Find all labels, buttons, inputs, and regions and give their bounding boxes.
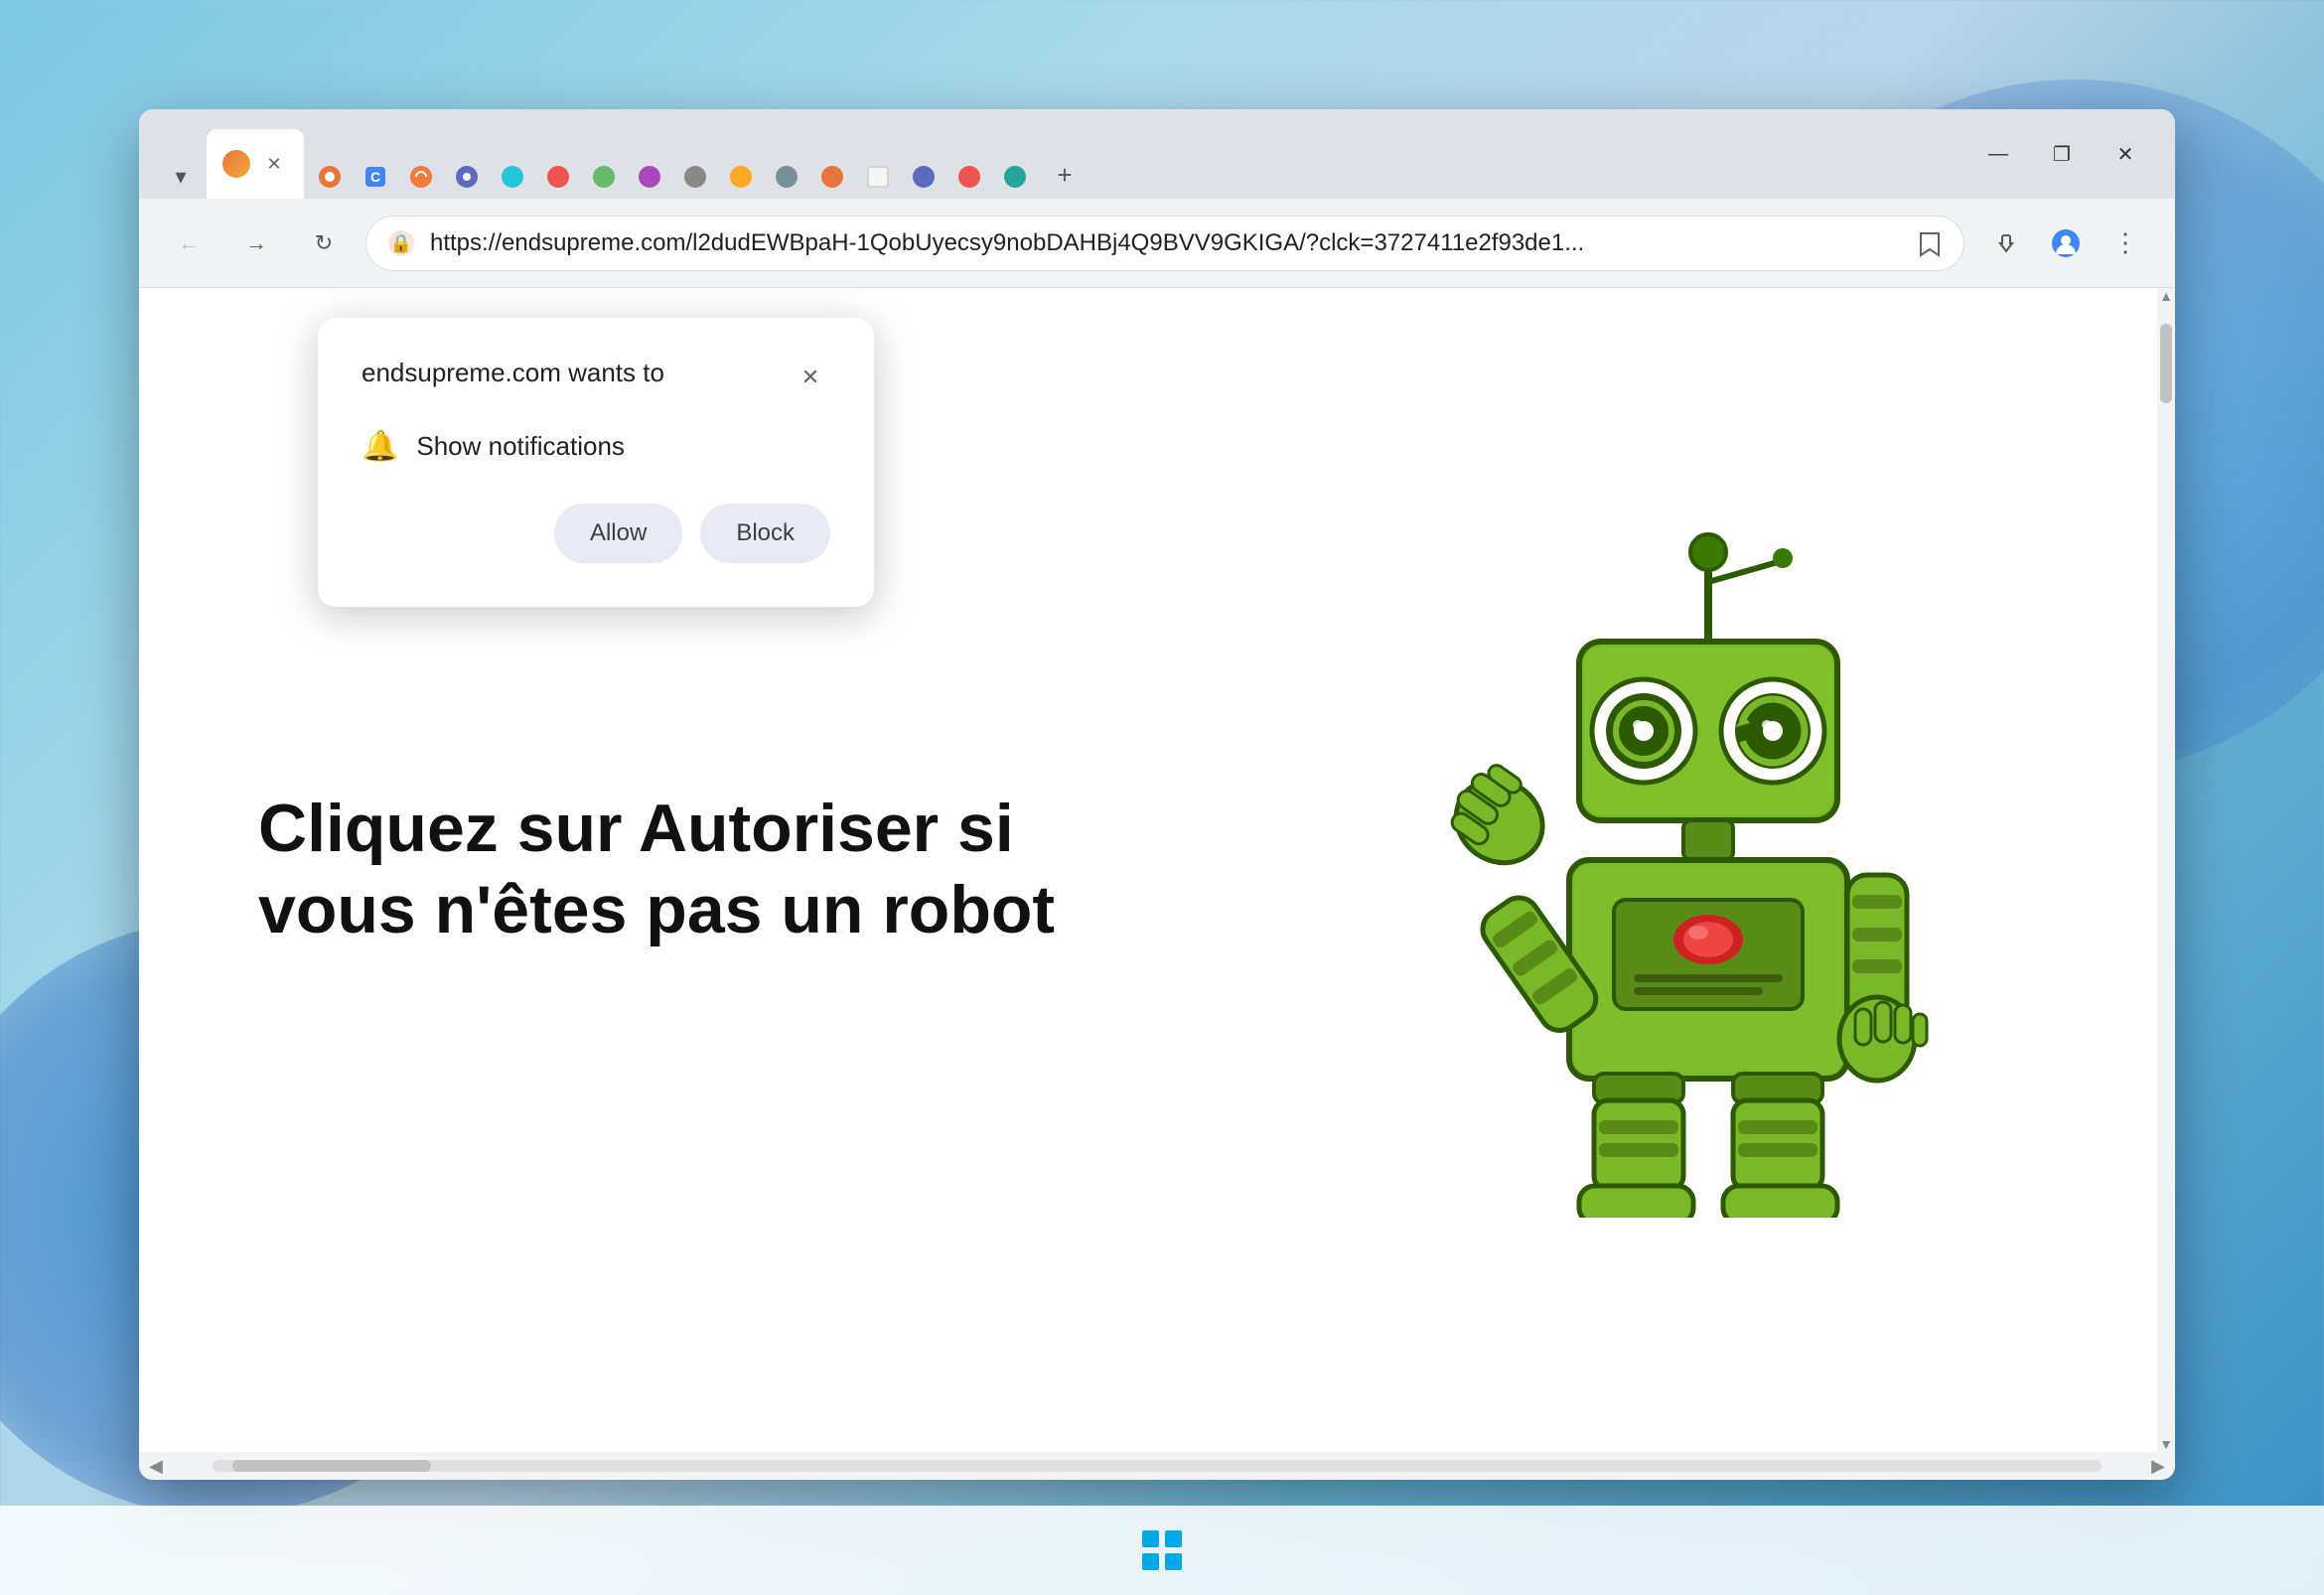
page-content: endsupreme.com wants to ✕ 🔔 Show notific… [139,288,2175,1452]
tab-icon-15[interactable] [947,155,991,199]
url-text: https://endsupreme.com/l2dudEWBpaH-1QobU… [430,229,1902,257]
reload-button[interactable]: ↻ [298,218,350,269]
popup-header: endsupreme.com wants to ✕ [362,358,830,397]
profile-button[interactable] [2040,218,2092,269]
window-controls: — ❐ ✕ [1968,130,2155,178]
nav-actions: ⋮ [1980,218,2151,269]
title-bar: ▾ ✕ C [139,109,2175,199]
tab-favicon [222,150,250,178]
tab-icon-11[interactable] [765,155,808,199]
tab-icon-2[interactable]: C [354,155,397,199]
bookmark-icon[interactable] [1916,229,1944,257]
back-button[interactable]: ← [163,218,215,269]
allow-button[interactable]: Allow [554,504,682,563]
svg-text:C: C [370,169,380,185]
vertical-scrollbar[interactable]: ▲ ▼ [2157,288,2175,1452]
popup-permission-row: 🔔 Show notifications [362,429,830,464]
maximize-button[interactable]: ❐ [2032,130,2092,178]
scroll-right-arrow[interactable]: ▶ [2141,1456,2175,1477]
svg-text:🔒: 🔒 [390,233,412,253]
page-text-section: Cliquez sur Autoriser si vous n'êtes pas… [258,789,1361,950]
scroll-thumb[interactable] [2160,324,2172,403]
minimize-button[interactable]: — [1968,130,2028,178]
tab-icon-3[interactable] [399,155,443,199]
menu-button[interactable]: ⋮ [2100,218,2151,269]
tab-icon-1[interactable] [308,155,352,199]
permission-popup: endsupreme.com wants to ✕ 🔔 Show notific… [318,318,874,607]
tab-icon-8[interactable] [628,155,671,199]
tab-icon-5[interactable] [491,155,534,199]
tab-icon-9[interactable] [673,155,717,199]
robot-image [1420,522,1996,1218]
h-scroll-track [213,1460,2102,1472]
permission-description: Show notifications [416,431,625,462]
new-tab-button[interactable]: + [1041,151,1089,199]
popup-close-button[interactable]: ✕ [791,358,830,397]
tab-icon-10[interactable] [719,155,763,199]
tab-group-btn[interactable]: ▾ [159,155,203,199]
bell-icon: 🔔 [362,429,398,464]
tab-icon-7[interactable] [582,155,626,199]
tab-icon-12[interactable] [810,155,854,199]
tab-close-button[interactable]: ✕ [260,150,288,178]
scroll-down-arrow[interactable]: ▼ [2159,1436,2173,1452]
forward-button[interactable]: → [230,218,282,269]
nav-bar: ← → ↻ 🔒 https://endsupreme.com/l2dudEWBp… [139,199,2175,288]
heading-line2: vous n'êtes pas un robot [258,872,1055,947]
popup-buttons: Allow Block [362,504,830,563]
tab-bar: ▾ ✕ C [159,109,1961,199]
taskbar [0,1506,2324,1595]
scroll-left-arrow[interactable]: ◀ [139,1456,173,1477]
robot-section [1361,522,2056,1218]
url-bar[interactable]: 🔒 https://endsupreme.com/l2dudEWBpaH-1Qo… [365,216,1964,271]
tab-icon-4[interactable] [445,155,489,199]
page-heading: Cliquez sur Autoriser si vous n'êtes pas… [258,789,1301,950]
other-tabs: C [308,155,1037,199]
tab-icon-6[interactable] [536,155,580,199]
h-scroll-thumb[interactable] [232,1460,431,1472]
extensions-button[interactable] [1980,218,2032,269]
horizontal-scrollbar[interactable]: ◀ ▶ [139,1452,2175,1480]
start-button[interactable] [1137,1525,1187,1575]
site-security-icon: 🔒 [386,228,416,258]
tab-icon-14[interactable] [902,155,945,199]
scroll-up-arrow[interactable]: ▲ [2159,288,2173,304]
popup-title: endsupreme.com wants to [362,358,664,388]
tab-icon-16[interactable] [993,155,1037,199]
heading-line1: Cliquez sur Autoriser si [258,791,1014,866]
tab-icon-13[interactable] [856,155,900,199]
close-button[interactable]: ✕ [2096,130,2155,178]
active-tab[interactable]: ✕ [207,129,304,199]
block-button[interactable]: Block [700,504,830,563]
browser-window: ▾ ✕ C [139,109,2175,1480]
